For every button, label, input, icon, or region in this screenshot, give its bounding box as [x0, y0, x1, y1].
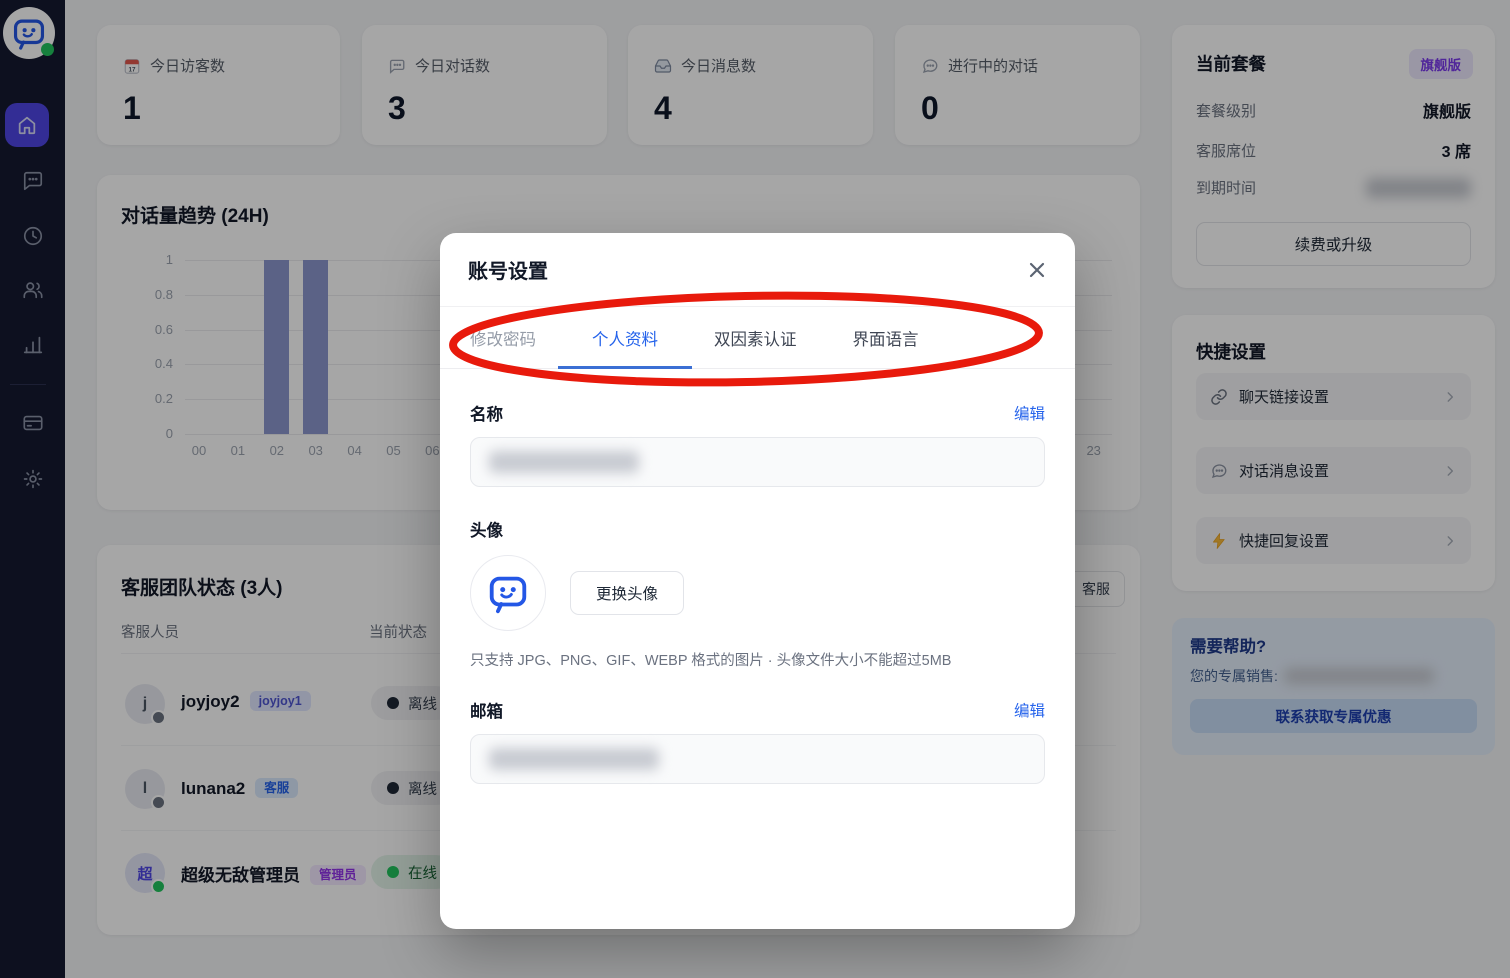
change-avatar-button[interactable]: 更换头像 [570, 571, 684, 615]
close-icon[interactable] [1027, 260, 1047, 280]
redacted-name-value [489, 451, 639, 473]
tab-change-password[interactable]: 修改密码 [470, 326, 536, 350]
email-input[interactable] [470, 734, 1045, 784]
account-settings-modal: 账号设置 修改密码 个人资料 双因素认证 界面语言 名称 编辑 头像 [440, 233, 1075, 929]
name-label: 名称 [470, 401, 503, 425]
smiley-chat-logo-icon [485, 570, 531, 616]
avatar-hint: 只支持 JPG、PNG、GIF、WEBP 格式的图片 · 头像文件大小不能超过5… [470, 649, 1045, 670]
edit-email-link[interactable]: 编辑 [1014, 699, 1045, 721]
tab-two-factor[interactable]: 双因素认证 [714, 326, 797, 350]
tab-ui-language[interactable]: 界面语言 [853, 326, 919, 350]
change-avatar-label: 更换头像 [596, 582, 658, 604]
avatar-label: 头像 [470, 517, 1045, 541]
app-page: 17 今日访客数 1 今日对话数 3 [0, 0, 1510, 978]
email-label: 邮箱 [470, 698, 503, 722]
edit-name-link[interactable]: 编辑 [1014, 402, 1045, 424]
redacted-email-value [489, 748, 659, 770]
profile-tab-panel: 名称 编辑 头像 更换头像 [440, 369, 1075, 784]
name-input[interactable] [470, 437, 1045, 487]
tab-profile[interactable]: 个人资料 [592, 326, 658, 350]
modal-header: 账号设置 [440, 233, 1075, 307]
modal-title: 账号设置 [468, 255, 548, 284]
modal-tabs: 修改密码 个人资料 双因素认证 界面语言 [440, 307, 1075, 369]
user-avatar [470, 555, 546, 631]
